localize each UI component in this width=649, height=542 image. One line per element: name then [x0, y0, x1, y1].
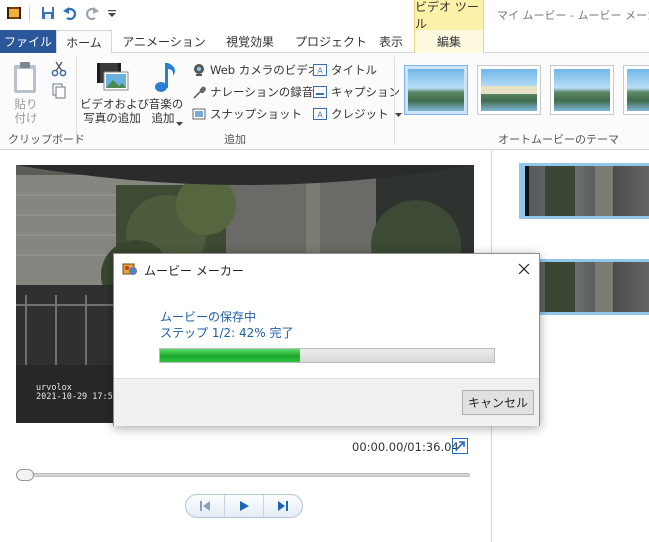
- play-icon: [240, 501, 249, 511]
- seek-thumb[interactable]: [16, 469, 34, 481]
- record-narration-button[interactable]: ナレーションの録音: [192, 83, 325, 101]
- saving-status-text: ムービーの保存中: [160, 310, 257, 324]
- cancel-button[interactable]: キャンセル: [462, 390, 534, 415]
- add-music-icon[interactable]: [153, 60, 179, 94]
- add-music-label-line2[interactable]: 追加: [146, 111, 180, 125]
- dialog-footer: キャンセル: [114, 378, 539, 426]
- undo-icon[interactable]: [62, 5, 78, 21]
- group-separator: [76, 57, 77, 145]
- tab-animation[interactable]: アニメーション: [116, 30, 212, 53]
- customize-toolbar-icon[interactable]: [104, 5, 120, 21]
- redo-icon[interactable]: [84, 5, 100, 21]
- save-progress-fill: [160, 349, 301, 362]
- timecode-display: 00:00.00/01:36.04: [352, 440, 459, 454]
- movie-maker-app-icon: [122, 261, 138, 277]
- close-icon: [518, 263, 530, 275]
- add-video-label-line2[interactable]: 写真の追加: [80, 111, 144, 125]
- seek-bar[interactable]: [18, 473, 470, 477]
- add-music-dropdown-icon[interactable]: [176, 116, 183, 130]
- add-music-label-line1[interactable]: 音楽の: [146, 97, 186, 111]
- caption-button[interactable]: キャプション: [313, 83, 400, 101]
- tab-home[interactable]: ホーム: [56, 30, 112, 54]
- quick-access-separator: [29, 7, 30, 21]
- theme-preview-image: [554, 69, 610, 111]
- title-icon: A: [313, 63, 327, 77]
- app-icon[interactable]: [6, 5, 22, 21]
- clip-thumbnail: [525, 262, 649, 312]
- paste-button[interactable]: [11, 61, 41, 95]
- dialog-title: ムービー メーカー: [144, 264, 244, 278]
- themes-group-label: オートムービーのテーマ: [498, 133, 619, 146]
- webcam-label: Web カメラのビデオ: [210, 63, 320, 77]
- cut-icon[interactable]: [51, 61, 67, 77]
- snapshot-label: スナップショット: [210, 107, 302, 121]
- theme-preview-image: [627, 69, 649, 111]
- theme-preview-image: [481, 69, 537, 111]
- playback-controls: [185, 494, 303, 518]
- ribbon: 貼り 付け クリップボード ビデオおよび 写真の追加 音楽の 追加 Web カメ…: [0, 53, 649, 150]
- credits-icon: A: [313, 107, 327, 121]
- dialog-close-button[interactable]: [510, 257, 538, 281]
- paste-label-line2: 付け: [14, 111, 38, 125]
- svg-text:A: A: [317, 111, 323, 120]
- title-button[interactable]: A タイトル: [313, 61, 377, 79]
- clipboard-group-label: クリップボード: [8, 133, 85, 146]
- credits-button[interactable]: A クレジット: [313, 105, 402, 123]
- fullscreen-button[interactable]: [452, 438, 468, 454]
- saving-step-text: ステップ 1/2: 42% 完了: [160, 326, 294, 340]
- save-icon[interactable]: [40, 5, 56, 21]
- credits-dropdown-icon: [394, 107, 402, 121]
- narration-label: ナレーションの録音: [210, 85, 314, 99]
- ribbon-tabs: ファイル ホーム アニメーション 視覚効果 プロジェクト 表示 編集: [0, 30, 649, 54]
- credits-label: クレジット: [331, 107, 389, 121]
- theme-thumbnail-4[interactable]: [623, 65, 649, 115]
- add-video-label-line1[interactable]: ビデオおよび: [80, 97, 149, 111]
- tab-visual-effects[interactable]: 視覚効果: [212, 30, 288, 53]
- webcam-video-button[interactable]: Web カメラのビデオ: [192, 61, 319, 79]
- tab-view[interactable]: 表示: [368, 30, 414, 53]
- title-bar: ビデオ ツール マイ ムービー - ムービー メーカー: [0, 0, 649, 31]
- add-video-photo-icon[interactable]: [95, 60, 129, 94]
- expand-icon: [455, 441, 465, 451]
- previous-frame-icon: [200, 501, 210, 511]
- svg-text:A: A: [317, 67, 323, 76]
- next-frame-button[interactable]: [264, 495, 302, 517]
- theme-thumbnail-2[interactable]: [477, 65, 541, 115]
- storyboard-clip-1[interactable]: [519, 163, 649, 219]
- save-progress-bar: [159, 348, 495, 363]
- tab-project[interactable]: プロジェクト: [288, 30, 374, 53]
- tab-edit[interactable]: 編集: [414, 30, 484, 53]
- clip-thumbnail: [525, 166, 649, 216]
- microphone-icon: [192, 85, 206, 99]
- tab-file[interactable]: ファイル: [0, 30, 56, 53]
- title-label: タイトル: [331, 63, 377, 77]
- theme-thumbnail-3[interactable]: [550, 65, 614, 115]
- theme-thumbnail-1[interactable]: [404, 65, 468, 115]
- caption-icon: [313, 85, 327, 99]
- paste-label-line1: 貼り: [14, 97, 38, 111]
- saving-movie-dialog: ムービー メーカー ムービーの保存中 ステップ 1/2: 42% 完了 キャンセ…: [113, 253, 540, 426]
- next-frame-icon: [278, 501, 288, 511]
- previous-frame-button[interactable]: [186, 495, 225, 517]
- play-button[interactable]: [225, 495, 264, 517]
- window-title: マイ ムービー - ムービー メーカー: [497, 9, 649, 22]
- snapshot-button[interactable]: スナップショット: [192, 105, 302, 123]
- video-tools-contextual-header: ビデオ ツール: [414, 0, 484, 31]
- clip-play-indicator: [525, 166, 529, 216]
- group-separator: [394, 57, 395, 145]
- caption-label: キャプション: [331, 85, 400, 99]
- theme-preview-image: [408, 69, 464, 111]
- snapshot-icon: [192, 107, 206, 121]
- webcam-icon: [192, 63, 206, 77]
- add-group-label: 追加: [224, 133, 246, 146]
- copy-icon[interactable]: [51, 83, 67, 99]
